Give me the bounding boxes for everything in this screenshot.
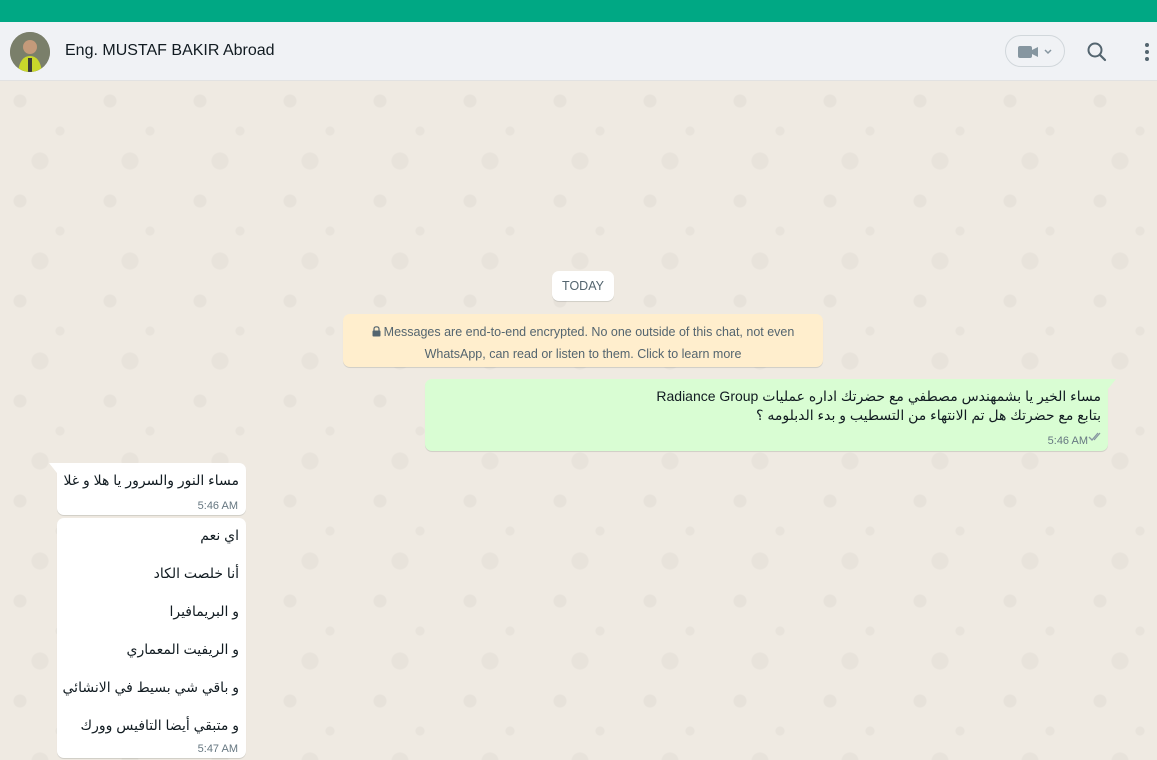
contact-avatar[interactable] [10,32,50,72]
bubble-tail [49,463,57,473]
menu-icon[interactable] [1135,40,1157,64]
bubble-tail [1108,379,1116,389]
message-line: مساء الخير يا بشمهندس مصطفي مع حضرتك ادا… [656,388,1101,404]
date-divider: TODAY [552,271,614,301]
outgoing-message[interactable]: مساء الخير يا بشمهندس مصطفي مع حضرتك ادا… [425,379,1116,451]
message-time: 5:47 AM [197,743,238,755]
message-time: 5:46 AM [1047,435,1088,447]
top-accent-bar [0,0,1157,22]
incoming-message[interactable]: مساء النور والسرور يا هلا و غلا 5:46 AM [49,463,246,515]
whatsapp-window: Eng. MUSTAF BAKIR Abroad TODAY Messages … [0,0,1157,760]
video-call-icon [1018,46,1052,58]
chevron-down-icon [1044,49,1052,55]
message-list[interactable]: TODAY Messages are end-to-end encrypted.… [0,81,1157,760]
encryption-notice-text: Messages are end-to-end encrypted. No on… [383,325,795,361]
incoming-message[interactable]: اي نعم أنا خلصت الكاد و البريمافيرا و ال… [57,518,246,758]
contact-name[interactable]: Eng. MUSTAF BAKIR Abroad [65,42,275,60]
message-text: مساء النور والسرور يا هلا و غلا [63,472,239,488]
message-line: و البريمافيرا [169,603,239,619]
message-line: بتابع مع حضرتك هل تم الانتهاء من التسطيب… [756,407,1101,423]
read-receipt-icon [1088,429,1104,447]
message-time: 5:46 AM [197,500,238,512]
message-line: اي نعم [200,527,239,543]
message-line: أنا خلصت الكاد [153,565,239,581]
video-call-button[interactable] [1005,35,1065,67]
message-line: و باقي شي بسيط في الانشائي [62,679,239,695]
encryption-notice[interactable]: Messages are end-to-end encrypted. No on… [343,314,823,367]
message-text: اي نعم أنا خلصت الكاد و البريمافيرا و ال… [63,526,239,754]
search-icon[interactable] [1085,40,1109,64]
message-text: مساء الخير يا بشمهندس مصطفي مع حضرتك ادا… [441,387,1101,425]
message-line: و الريفيت المعماري [126,641,239,657]
chat-header: Eng. MUSTAF BAKIR Abroad [0,22,1157,81]
lock-icon [372,323,381,344]
avatar-image [10,32,50,72]
